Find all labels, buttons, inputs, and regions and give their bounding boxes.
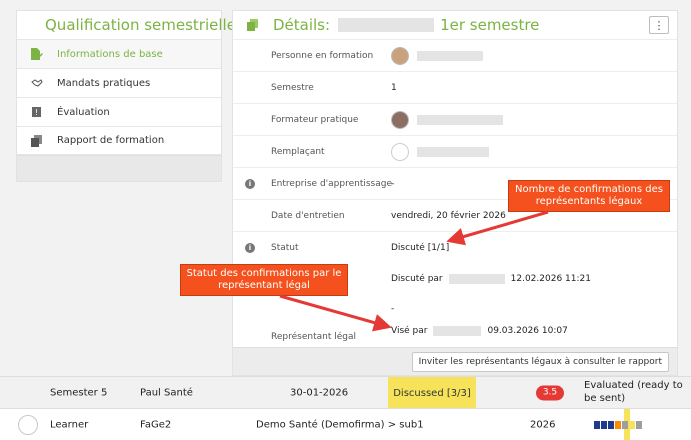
avatar-placeholder	[391, 142, 409, 161]
annotation-callout-confirmations-count: Nombre de confirmations des représentant…	[508, 180, 670, 212]
row-value	[391, 110, 503, 129]
row-value: -	[391, 304, 395, 314]
vise-prefix: Visé par	[391, 326, 428, 336]
document-edit-icon	[31, 48, 43, 60]
redacted-text	[448, 274, 505, 284]
row-value: -	[391, 178, 395, 189]
row-value: 1	[391, 82, 397, 93]
progress-segment	[601, 421, 607, 429]
progress-segment	[615, 421, 621, 429]
row-label: Semestre	[271, 82, 314, 93]
program-cell: FaGe2	[140, 419, 172, 430]
handshake-icon	[31, 79, 43, 87]
name-cell: Paul Santé	[140, 387, 193, 398]
row-label: Remplaçant	[271, 146, 325, 157]
redacted-text	[417, 50, 483, 61]
progress-segment	[622, 421, 628, 429]
discuss-prefix: Discuté par	[391, 274, 443, 284]
row-statut: i Statut Discuté [1/1]	[233, 231, 677, 263]
more-menu-button[interactable]: ⋮	[649, 16, 669, 34]
details-header: Détails: 1er semestre ⋮	[233, 11, 677, 39]
row-value	[391, 46, 483, 65]
nav-item-label: Informations de base	[57, 48, 163, 60]
row-value: Visé par 09.03.2026 10:07	[391, 326, 568, 336]
table-row[interactable]: Learner FaGe2 Demo Santé (Demofirma) > s…	[0, 408, 691, 440]
progress-segment	[608, 421, 614, 429]
date-cell: 30-01-2026	[290, 387, 349, 398]
avatar-placeholder	[18, 414, 38, 435]
screen: Qualification semestrielle Informations …	[0, 0, 691, 440]
redacted-text	[433, 326, 482, 336]
left-navigation-panel: Qualification semestrielle Informations …	[16, 10, 236, 182]
documents-icon	[247, 19, 258, 31]
role-cell: Learner	[50, 419, 89, 430]
grade-badge: 3.5	[536, 385, 564, 400]
annotation-callout-confirmation-status: Statut des confirmations par le représen…	[180, 264, 348, 296]
more-vertical-icon: ⋮	[653, 18, 665, 32]
invite-legal-representatives-button[interactable]: Inviter les représentants légaux à consu…	[411, 352, 669, 372]
redacted-text	[417, 146, 489, 157]
avatar	[391, 110, 409, 129]
row-value	[391, 142, 489, 161]
details-title-suffix: 1er semestre	[440, 16, 540, 34]
row-representant-legal: Représentant légal Visé par 09.03.2026 1…	[233, 319, 677, 349]
row-value: Discuté par 12.02.2026 11:21	[391, 274, 591, 284]
details-action-bar: Inviter les représentants légaux à consu…	[233, 347, 677, 375]
progress-segment	[629, 421, 635, 429]
evaluation-icon: !	[32, 107, 41, 117]
info-icon[interactable]: i	[245, 242, 255, 253]
avatar	[391, 46, 409, 65]
row-label: Représentant légal	[271, 332, 356, 342]
redacted-text	[417, 114, 503, 125]
row-label: Date d'entretien	[271, 210, 345, 221]
row-semestre: Semestre 1	[233, 71, 677, 103]
nav-item-label: Rapport de formation	[57, 135, 165, 146]
left-panel-title: Qualification semestrielle	[45, 16, 236, 34]
row-label: Statut	[271, 242, 299, 253]
left-panel-header: Qualification semestrielle	[17, 11, 236, 39]
row-remplacant: Remplaçant	[233, 135, 677, 167]
documents-icon	[31, 134, 42, 147]
evaluation-status: Evaluated (ready to be sent)	[584, 380, 683, 404]
nav-item-label: Mandats pratiques	[57, 77, 151, 89]
vise-date: 09.03.2026 10:07	[487, 326, 568, 336]
status-badge: Discussed [3/3]	[388, 377, 476, 409]
progress-segment	[636, 421, 642, 429]
company-cell: Demo Santé (Demofirma) > sub1	[256, 419, 424, 430]
nav-item-mandats-pratiques[interactable]: Mandats pratiques	[17, 68, 221, 97]
row-label: Formateur pratique	[271, 114, 359, 125]
nav-item-rapport-de-formation[interactable]: Rapport de formation	[17, 126, 221, 155]
row-label: Personne en formation	[271, 50, 374, 61]
progress-indicator	[594, 421, 642, 429]
redacted-name	[338, 18, 435, 32]
svg-text:!: !	[35, 108, 38, 117]
nav-item-label: Évaluation	[57, 106, 110, 118]
semester-cell: Semester 5	[50, 387, 108, 398]
nav-item-informations-de-base[interactable]: Informations de base	[17, 39, 221, 68]
row-value: vendredi, 20 février 2026	[391, 210, 506, 221]
row-formateur-pratique: Formateur pratique	[233, 103, 677, 135]
row-label: Entreprise d'apprentissage	[271, 178, 393, 189]
nav-item-evaluation[interactable]: ! Évaluation	[17, 97, 221, 126]
info-icon[interactable]: i	[245, 178, 255, 189]
details-title-prefix: Détails:	[273, 16, 331, 34]
progress-segment	[594, 421, 600, 429]
row-value: Discuté [1/1]	[391, 242, 450, 253]
year-cell: 2026	[530, 419, 556, 430]
row-personne-en-formation: Personne en formation	[233, 39, 677, 71]
discuss-date: 12.02.2026 11:21	[510, 274, 591, 284]
left-panel-footer	[17, 155, 221, 181]
table-row[interactable]: Semester 5 Paul Santé 30-01-2026 Discuss…	[0, 376, 691, 409]
